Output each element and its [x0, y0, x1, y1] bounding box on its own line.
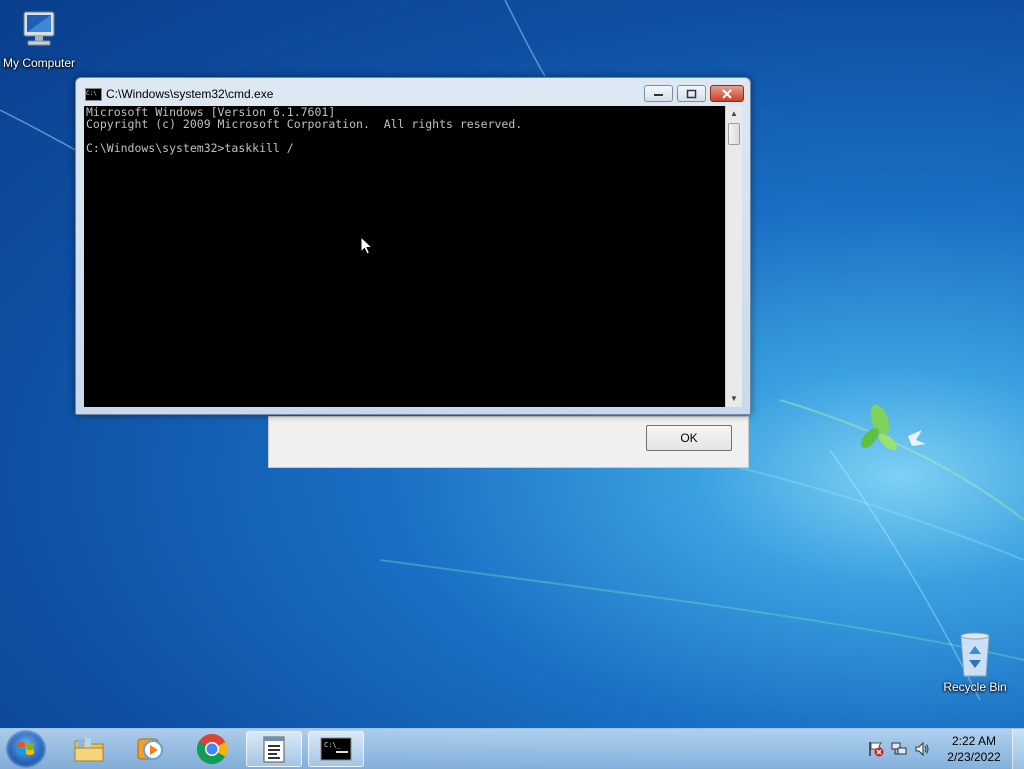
- window-title: C:\Windows\system32\cmd.exe: [106, 87, 274, 101]
- scroll-thumb[interactable]: [728, 123, 740, 145]
- minimize-icon: [653, 93, 663, 96]
- cmd-app-icon: C:\: [85, 88, 102, 101]
- mouse-pointer-icon: [360, 236, 374, 255]
- vertical-scrollbar[interactable]: ▲ ▼: [725, 106, 742, 407]
- ok-button[interactable]: OK: [646, 425, 732, 451]
- network-icon[interactable]: [891, 741, 907, 757]
- clock[interactable]: 2:22 AM 2/23/2022: [938, 733, 1010, 765]
- notepad-icon: [263, 736, 285, 763]
- svg-text:C:\_: C:\_: [324, 741, 342, 749]
- volume-icon[interactable]: [914, 741, 930, 757]
- windows-logo-icon: [18, 742, 34, 755]
- show-desktop-button[interactable]: [1012, 729, 1024, 769]
- action-center-flag-icon[interactable]: [868, 741, 884, 757]
- scroll-down-arrow-icon[interactable]: ▼: [726, 391, 742, 407]
- start-button[interactable]: [6, 730, 46, 768]
- taskbar-media-player[interactable]: [122, 731, 178, 767]
- chrome-icon: [196, 734, 228, 765]
- title-bar[interactable]: C:\ C:\Windows\system32\cmd.exe: [76, 78, 750, 106]
- clock-time: 2:22 AM: [951, 734, 997, 748]
- message-dialog: OK: [268, 416, 749, 468]
- close-button[interactable]: [710, 85, 744, 102]
- minimize-button[interactable]: [644, 85, 673, 102]
- close-icon: [722, 88, 732, 99]
- maximize-icon: [686, 89, 696, 98]
- desktop-icon-recycle-bin[interactable]: Recycle Bin: [933, 630, 1017, 694]
- cmd-window[interactable]: C:\ C:\Windows\system32\cmd.exe Microsof…: [75, 77, 751, 415]
- console-prompt-line[interactable]: C:\Windows\system32>taskkill /: [84, 142, 725, 154]
- taskbar-chrome[interactable]: [184, 731, 240, 767]
- recycle-bin-icon: [955, 630, 995, 678]
- taskbar-windows-explorer[interactable]: [61, 731, 117, 767]
- maximize-button[interactable]: [677, 85, 706, 102]
- desktop-icon-my-computer[interactable]: My Computer: [0, 10, 81, 70]
- scroll-up-arrow-icon[interactable]: ▲: [726, 106, 742, 122]
- cmd-icon: C:\_: [320, 737, 352, 761]
- taskbar-notepad[interactable]: [246, 731, 302, 767]
- taskbar-cmd[interactable]: C:\_: [308, 731, 364, 767]
- console-line: Copyright (c) 2009 Microsoft Corporation…: [86, 117, 523, 131]
- taskbar: C:\_ 2:22 AM 2/23/2022: [0, 728, 1024, 769]
- console-output[interactable]: Microsoft Windows [Version 6.1.7601] Cop…: [84, 106, 725, 407]
- desktop-icon-label: My Computer: [2, 56, 76, 70]
- media-player-icon: [137, 738, 163, 760]
- computer-icon: [16, 10, 62, 54]
- leaf-icon: [861, 404, 926, 451]
- desktop-icon-label: Recycle Bin: [943, 680, 1007, 694]
- clock-date: 2/23/2022: [947, 750, 1001, 764]
- folder-icon: [74, 738, 104, 762]
